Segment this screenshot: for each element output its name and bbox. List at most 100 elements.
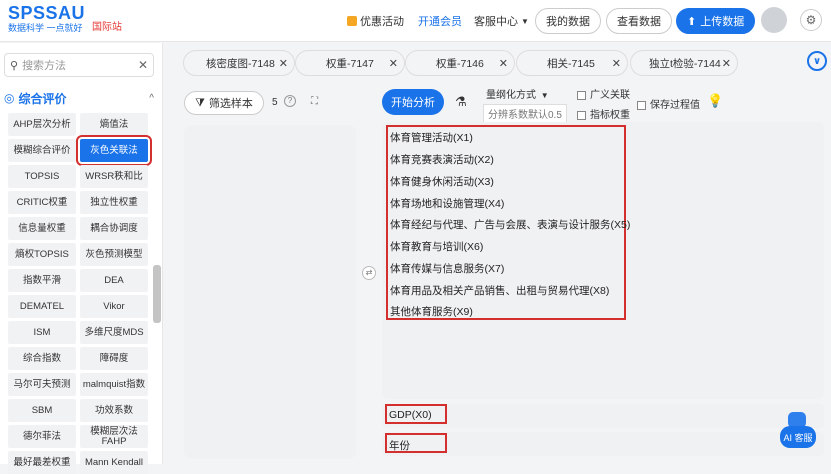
category-label: 综合评价: [18, 91, 67, 106]
method-topsis[interactable]: TOPSIS: [8, 165, 76, 188]
analysis-variable-box[interactable]: [184, 125, 356, 459]
top-bar: SPSSAU 数据科学 一点就好 国际站 优惠活动 开通会员 客服中心 ▼ 我的…: [0, 0, 831, 42]
variable-item[interactable]: 体育用品及相关产品销售、出租与贸易代理(X8): [390, 283, 609, 298]
variable-item[interactable]: 体育教育与培训(X6): [390, 239, 483, 254]
variable-item[interactable]: 体育传媒与信息服务(X7): [390, 261, 504, 276]
quantize-label: 量纲化方式: [486, 90, 536, 101]
lightbulb-icon[interactable]: 💡: [707, 93, 723, 109]
method-wrsr[interactable]: WRSR秩和比: [80, 165, 148, 188]
tab-label: 权重-7147: [326, 57, 374, 70]
method-grey-forecast[interactable]: 灰色预测模型: [80, 243, 148, 266]
method-markov[interactable]: 马尔可夫预测: [8, 373, 76, 396]
method-delphi[interactable]: 德尔菲法: [8, 425, 76, 448]
method-smoothing[interactable]: 指数平滑: [8, 269, 76, 292]
tab-label: 核密度图-7148: [206, 57, 275, 70]
method-critic[interactable]: CRITIC权重: [8, 191, 76, 214]
method-entropy-topsis[interactable]: 熵权TOPSIS: [8, 243, 76, 266]
filter-sample-button[interactable]: ⧩ 筛选样本: [184, 91, 264, 115]
variable-item[interactable]: 体育竞赛表演活动(X2): [390, 152, 494, 167]
resolution-input[interactable]: 分辨系数默认0.5: [483, 104, 567, 123]
close-icon[interactable]: ✕: [612, 57, 621, 70]
close-icon[interactable]: ✕: [389, 57, 398, 70]
reference-variable[interactable]: GDP(X0): [389, 409, 432, 421]
upload-icon: ⬆: [687, 15, 697, 28]
method-composite-index[interactable]: 综合指数: [8, 347, 76, 370]
checkbox-box: [637, 100, 646, 110]
method-info-weight[interactable]: 信息量权重: [8, 217, 76, 240]
upload-label: 上传数据: [700, 16, 745, 28]
tab-kde[interactable]: 核密度图-7148 ✕: [183, 50, 295, 76]
sidebar-scrollbar[interactable]: [153, 265, 161, 323]
close-icon[interactable]: ✕: [279, 57, 288, 70]
method-obstacle[interactable]: 障碍度: [80, 347, 148, 370]
indicator-weight-label: 指标权重: [590, 110, 630, 121]
promo-label: 优惠活动: [360, 16, 404, 28]
promo-link[interactable]: 优惠活动: [347, 0, 404, 42]
logo-slogan: 数据科学 一点就好: [8, 23, 83, 33]
category-header[interactable]: ◎ 综合评价 ^: [4, 89, 154, 107]
chevron-down-icon: ▼: [521, 16, 529, 26]
method-grey-relational[interactable]: 灰色关联法: [76, 135, 152, 166]
method-sbm[interactable]: SBM: [8, 399, 76, 422]
method-efficacy[interactable]: 功效系数: [80, 399, 148, 422]
tab-correlation[interactable]: 相关-7145 ✕: [516, 50, 628, 76]
sample-count: 5: [272, 97, 278, 108]
method-malmquist[interactable]: malmquist指数: [80, 373, 148, 396]
variable-item[interactable]: 体育场地和设施管理(X4): [390, 196, 504, 211]
avatar[interactable]: [761, 7, 787, 33]
method-ahp[interactable]: AHP层次分析: [8, 113, 76, 136]
method-entropy[interactable]: 熵值法: [80, 113, 148, 136]
flask-icon[interactable]: ⚗: [455, 94, 467, 110]
method-bwm[interactable]: 最好最差权重: [8, 451, 76, 474]
ai-service-button[interactable]: AI 客服: [780, 426, 816, 448]
method-coupling[interactable]: 耦合协调度: [80, 217, 148, 240]
service-label: 客服中心: [474, 16, 518, 28]
indicator-weight-checkbox[interactable]: 指标权重: [577, 106, 630, 121]
method-mann-kendall[interactable]: Mann Kendall: [80, 451, 148, 474]
variable-item[interactable]: 体育健身休闲活动(X3): [390, 174, 494, 189]
method-ism[interactable]: ISM: [8, 321, 76, 344]
view-data-button[interactable]: 查看数据: [606, 8, 672, 34]
save-process-checkbox[interactable]: 保存过程值: [637, 96, 700, 111]
gear-icon[interactable]: ⚙: [800, 9, 822, 31]
tab-label: 独立t检验-7144: [649, 57, 721, 70]
fullscreen-icon[interactable]: ⛶: [311, 96, 318, 107]
search-placeholder: 搜索方法: [22, 60, 67, 72]
tab-label: 相关-7145: [547, 57, 595, 70]
tab-ttest[interactable]: 独立t检验-7144 ✕: [630, 50, 738, 76]
time-variable[interactable]: 年份: [389, 438, 410, 453]
method-mds[interactable]: 多维尺度MDS: [80, 321, 148, 344]
variable-item[interactable]: 体育经纪与代理、广告与会展、表演与设计服务(X5): [390, 217, 630, 232]
intl-site-link[interactable]: 国际站: [92, 18, 122, 33]
variable-item[interactable]: 其他体育服务(X9): [390, 304, 473, 319]
method-independence[interactable]: 独立性权重: [80, 191, 148, 214]
vip-link[interactable]: 开通会员: [418, 13, 462, 29]
method-fahp[interactable]: 模糊层次法FAHP: [80, 425, 148, 448]
search-input[interactable]: ⚲ 搜索方法 ✕: [4, 53, 154, 77]
method-dea[interactable]: DEA: [80, 269, 148, 292]
method-vikor[interactable]: Vikor: [80, 295, 148, 318]
start-analysis-button[interactable]: 开始分析: [382, 89, 444, 115]
variable-item[interactable]: 体育管理活动(X1): [390, 130, 473, 145]
close-icon[interactable]: ✕: [722, 57, 731, 70]
close-icon[interactable]: ✕: [499, 57, 508, 70]
tab-weight-7147[interactable]: 权重-7147 ✕: [295, 50, 405, 76]
clear-icon[interactable]: ✕: [138, 58, 148, 72]
my-data-button[interactable]: 我的数据: [535, 8, 601, 34]
quantize-select[interactable]: 量纲化方式 ▼: [486, 86, 549, 101]
reference-variable-box[interactable]: [382, 404, 824, 428]
swap-icon[interactable]: ⇄: [362, 266, 376, 280]
tab-weight-7146[interactable]: 权重-7146 ✕: [405, 50, 515, 76]
upload-data-button[interactable]: ⬆ 上传数据: [676, 8, 756, 34]
method-dematel[interactable]: DEMATEL: [8, 295, 76, 318]
time-variable-box[interactable]: [382, 432, 824, 456]
save-process-label: 保存过程值: [650, 100, 700, 111]
logo[interactable]: SPSSAU 数据科学 一点就好: [8, 4, 85, 34]
service-menu[interactable]: 客服中心 ▼: [474, 0, 529, 42]
method-sidebar: ⚲ 搜索方法 ✕ ◎ 综合评价 ^ AHP层次分析 熵值法 模糊综合评价 灰色关…: [0, 43, 163, 474]
help-icon[interactable]: ?: [284, 95, 296, 107]
method-fuzzy[interactable]: 模糊综合评价: [8, 139, 76, 162]
generalized-checkbox[interactable]: 广义关联: [577, 86, 630, 101]
checkbox-box: [577, 90, 586, 100]
chevron-down-icon[interactable]: ∨: [807, 51, 827, 71]
